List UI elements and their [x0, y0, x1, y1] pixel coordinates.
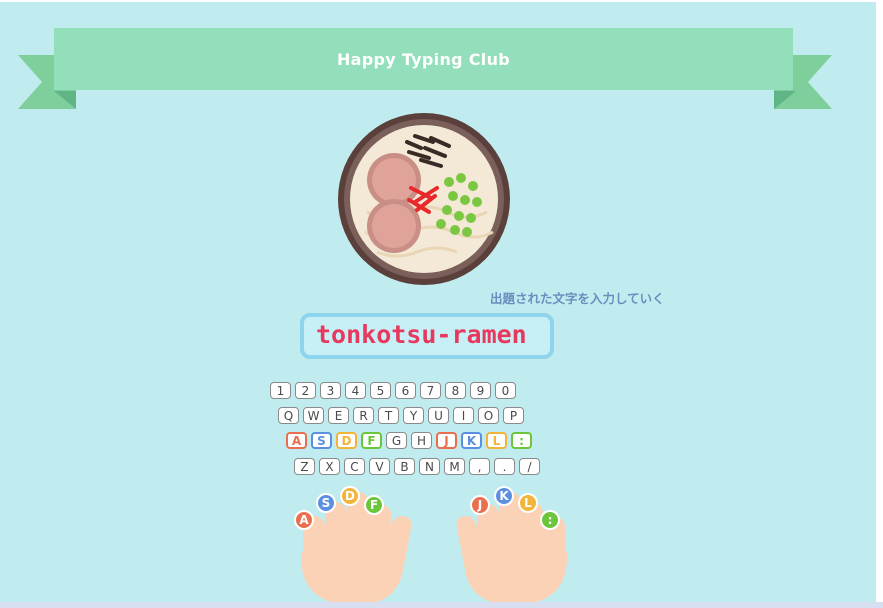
bottom-edge — [0, 602, 883, 608]
target-word: tonkotsu-ramen — [316, 320, 527, 349]
key-o: O — [478, 407, 499, 424]
app-title: Happy Typing Club — [336, 49, 511, 69]
target-word-box: tonkotsu-ramen — [300, 313, 554, 359]
key-slash: / — [519, 458, 540, 475]
key-n: N — [419, 458, 440, 475]
finger-key-l: L — [518, 493, 538, 513]
key-9: 9 — [470, 382, 491, 399]
key-4: 4 — [345, 382, 366, 399]
key-w: W — [303, 407, 324, 424]
ramen-bowl-illustration — [338, 113, 510, 285]
key-u: U — [428, 407, 449, 424]
key-8: 8 — [445, 382, 466, 399]
key-r: R — [353, 407, 374, 424]
key-1: 1 — [270, 382, 291, 399]
key-g: G — [386, 432, 407, 449]
key-7: 7 — [420, 382, 441, 399]
keyboard-row-home: ASDFGHJKL: — [286, 432, 532, 449]
key-z: Z — [294, 458, 315, 475]
key-colon: : — [511, 432, 532, 449]
key-m: M — [444, 458, 465, 475]
key-c: C — [344, 458, 365, 475]
key-k: K — [461, 432, 482, 449]
finger-key-f: F — [364, 495, 384, 515]
key-6: 6 — [395, 382, 416, 399]
key-2: 2 — [295, 382, 316, 399]
key-period: . — [494, 458, 515, 475]
keyboard-row-bottom: Z X C V B N M,. / — [294, 458, 540, 475]
key-f: F — [361, 432, 382, 449]
finger-key-s: S — [316, 493, 336, 513]
key-5: 5 — [370, 382, 391, 399]
key-x: X — [319, 458, 340, 475]
key-t: T — [378, 407, 399, 424]
key-p: P — [503, 407, 524, 424]
key-q: Q — [278, 407, 299, 424]
page-edge — [876, 0, 883, 608]
key-a: A — [286, 432, 307, 449]
key-i: I — [453, 407, 474, 424]
title-banner: Happy Typing Club — [54, 28, 793, 90]
keyboard-row-numbers: 1234567890 — [270, 382, 516, 399]
finger-key-a: A — [294, 510, 314, 530]
instruction-hint: 出題された文字を入力していく — [490, 291, 665, 306]
key-e: E — [328, 407, 349, 424]
finger-key-k: K — [494, 486, 514, 506]
key-s: S — [311, 432, 332, 449]
key-j: J — [436, 432, 457, 449]
key-comma: , — [469, 458, 490, 475]
key-l: L — [486, 432, 507, 449]
finger-key-colon: : — [540, 510, 560, 530]
key-0: 0 — [495, 382, 516, 399]
finger-key-d: D — [340, 486, 360, 506]
finger-key-j: J — [470, 495, 490, 515]
key-3: 3 — [320, 382, 341, 399]
key-y: Y — [403, 407, 424, 424]
key-v: V — [369, 458, 390, 475]
key-d: D — [336, 432, 357, 449]
key-h: H — [411, 432, 432, 449]
key-b: B — [394, 458, 415, 475]
keyboard-row-top: QWERTYUIOP — [278, 407, 524, 424]
